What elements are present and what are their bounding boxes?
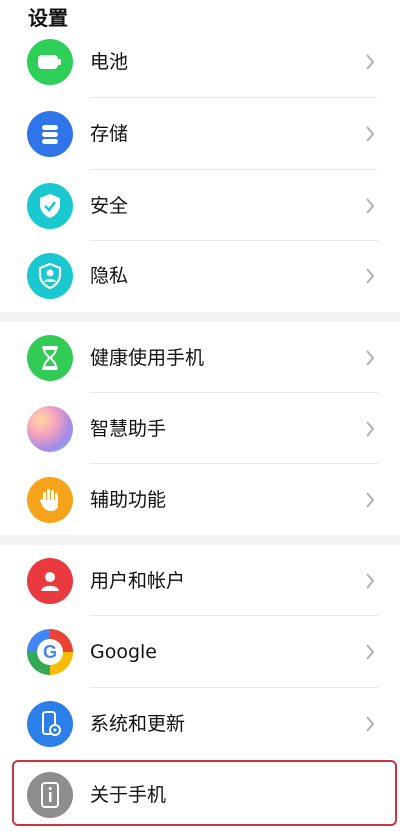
shield-check-icon [27,183,73,229]
highlight-frame [12,760,397,826]
settings-item-battery[interactable]: 电池 [0,26,400,98]
settings-item-privacy[interactable]: 隐私 [0,240,400,312]
chevron-right-icon [366,126,375,142]
settings-item-security[interactable]: 安全 [0,170,400,242]
chevron-right-icon [366,268,375,284]
settings-item-label: 存储 [90,123,129,145]
settings-item-label: 安全 [90,195,129,217]
chevron-right-icon [366,716,375,732]
chevron-right-icon [366,54,375,70]
hourglass-icon [27,335,73,381]
settings-item-label: 系统和更新 [90,713,186,735]
settings-item-users-accounts[interactable]: 用户和帐户 [0,545,400,617]
privacy-icon [27,253,73,299]
settings-item-label: 健康使用手机 [90,347,205,369]
settings-item-label: 智慧助手 [90,418,167,440]
settings-item-label: 电池 [90,51,129,73]
hand-icon [27,477,73,523]
settings-item-label: 隐私 [90,265,129,287]
section-gap [0,535,400,545]
section-gap [0,312,400,322]
assistant-icon [27,406,73,452]
chevron-right-icon [366,421,375,437]
settings-item-label: 辅助功能 [90,489,167,511]
settings-item-label: Google [90,641,158,663]
settings-item-google[interactable]: G Google [0,616,400,688]
settings-item-accessibility[interactable]: 辅助功能 [0,464,400,536]
chevron-right-icon [366,350,375,366]
system-update-icon [27,701,73,747]
chevron-right-icon [366,198,375,214]
battery-icon [27,39,73,85]
settings-item-assistant[interactable]: 智慧助手 [0,393,400,465]
chevron-right-icon [366,492,375,508]
user-icon [27,558,73,604]
storage-icon [27,111,73,157]
settings-item-digital-balance[interactable]: 健康使用手机 [0,322,400,394]
google-icon: G [27,629,73,675]
chevron-right-icon [366,644,375,660]
settings-item-system-update[interactable]: 系统和更新 [0,688,400,760]
settings-item-storage[interactable]: 存储 [0,98,400,170]
chevron-right-icon [366,573,375,589]
settings-item-label: 用户和帐户 [90,570,186,592]
